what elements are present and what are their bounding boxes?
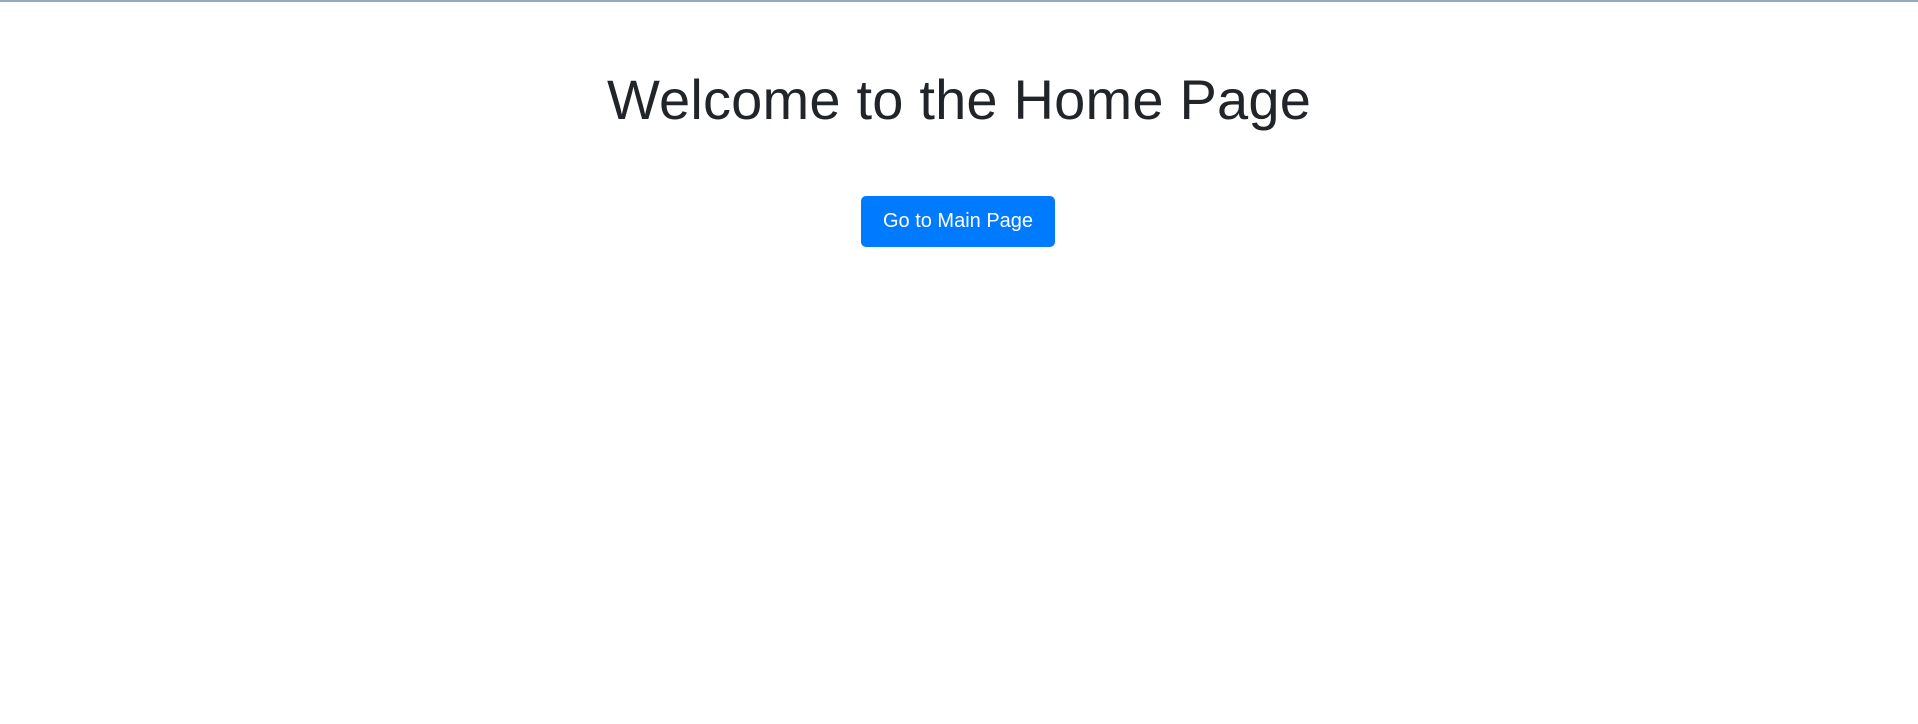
page-content: Welcome to the Home Page Go to Main Page bbox=[0, 0, 1918, 724]
go-to-main-page-button[interactable]: Go to Main Page bbox=[861, 196, 1055, 247]
page-title: Welcome to the Home Page bbox=[606, 68, 1312, 131]
